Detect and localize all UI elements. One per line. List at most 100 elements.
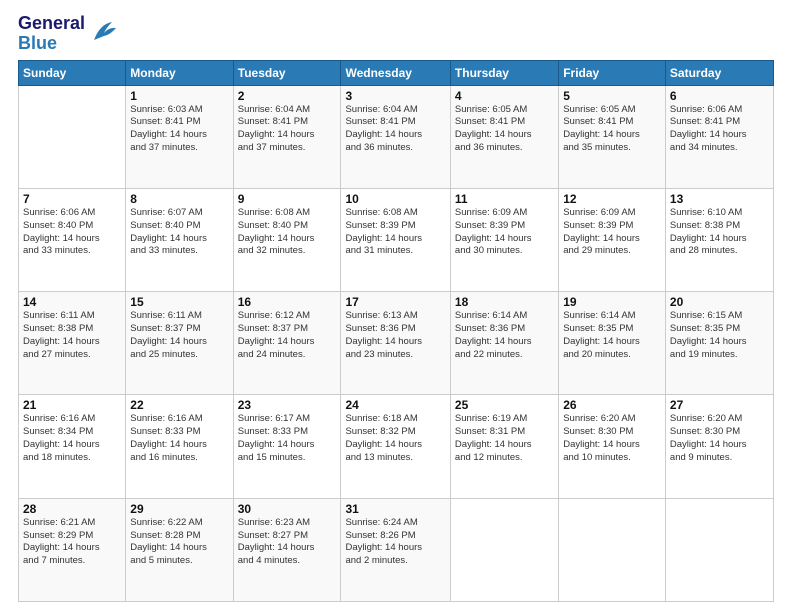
- table-cell: 13Sunrise: 6:10 AM Sunset: 8:38 PM Dayli…: [665, 188, 773, 291]
- day-number: 26: [563, 398, 661, 412]
- day-info: Sunrise: 6:23 AM Sunset: 8:27 PM Dayligh…: [238, 517, 337, 568]
- day-info: Sunrise: 6:14 AM Sunset: 8:36 PM Dayligh…: [455, 310, 554, 361]
- day-number: 6: [670, 89, 769, 103]
- table-cell: 14Sunrise: 6:11 AM Sunset: 8:38 PM Dayli…: [19, 292, 126, 395]
- day-number: 14: [23, 295, 121, 309]
- day-number: 31: [345, 502, 445, 516]
- day-info: Sunrise: 6:19 AM Sunset: 8:31 PM Dayligh…: [455, 413, 554, 464]
- day-number: 9: [238, 192, 337, 206]
- day-number: 30: [238, 502, 337, 516]
- table-cell: 11Sunrise: 6:09 AM Sunset: 8:39 PM Dayli…: [450, 188, 558, 291]
- day-info: Sunrise: 6:06 AM Sunset: 8:41 PM Dayligh…: [670, 104, 769, 155]
- table-cell: 17Sunrise: 6:13 AM Sunset: 8:36 PM Dayli…: [341, 292, 450, 395]
- day-number: 25: [455, 398, 554, 412]
- page: General Blue SundayMondayTuesdayWednesda…: [0, 0, 792, 612]
- table-cell: 18Sunrise: 6:14 AM Sunset: 8:36 PM Dayli…: [450, 292, 558, 395]
- day-number: 8: [130, 192, 228, 206]
- day-info: Sunrise: 6:06 AM Sunset: 8:40 PM Dayligh…: [23, 207, 121, 258]
- day-number: 16: [238, 295, 337, 309]
- day-info: Sunrise: 6:21 AM Sunset: 8:29 PM Dayligh…: [23, 517, 121, 568]
- logo: General Blue: [18, 14, 120, 54]
- table-cell: [19, 85, 126, 188]
- table-cell: 9Sunrise: 6:08 AM Sunset: 8:40 PM Daylig…: [233, 188, 341, 291]
- day-number: 22: [130, 398, 228, 412]
- table-cell: [665, 498, 773, 601]
- table-cell: [450, 498, 558, 601]
- day-info: Sunrise: 6:15 AM Sunset: 8:35 PM Dayligh…: [670, 310, 769, 361]
- day-number: 10: [345, 192, 445, 206]
- table-cell: 30Sunrise: 6:23 AM Sunset: 8:27 PM Dayli…: [233, 498, 341, 601]
- day-info: Sunrise: 6:14 AM Sunset: 8:35 PM Dayligh…: [563, 310, 661, 361]
- day-info: Sunrise: 6:16 AM Sunset: 8:33 PM Dayligh…: [130, 413, 228, 464]
- day-number: 15: [130, 295, 228, 309]
- day-info: Sunrise: 6:12 AM Sunset: 8:37 PM Dayligh…: [238, 310, 337, 361]
- day-info: Sunrise: 6:18 AM Sunset: 8:32 PM Dayligh…: [345, 413, 445, 464]
- header: General Blue: [18, 10, 774, 54]
- day-number: 1: [130, 89, 228, 103]
- weekday-monday: Monday: [126, 60, 233, 85]
- weekday-wednesday: Wednesday: [341, 60, 450, 85]
- day-number: 13: [670, 192, 769, 206]
- day-number: 11: [455, 192, 554, 206]
- day-number: 17: [345, 295, 445, 309]
- table-cell: 12Sunrise: 6:09 AM Sunset: 8:39 PM Dayli…: [559, 188, 666, 291]
- day-info: Sunrise: 6:10 AM Sunset: 8:38 PM Dayligh…: [670, 207, 769, 258]
- day-number: 12: [563, 192, 661, 206]
- weekday-friday: Friday: [559, 60, 666, 85]
- table-cell: 26Sunrise: 6:20 AM Sunset: 8:30 PM Dayli…: [559, 395, 666, 498]
- day-number: 7: [23, 192, 121, 206]
- day-info: Sunrise: 6:05 AM Sunset: 8:41 PM Dayligh…: [455, 104, 554, 155]
- table-cell: 24Sunrise: 6:18 AM Sunset: 8:32 PM Dayli…: [341, 395, 450, 498]
- day-info: Sunrise: 6:11 AM Sunset: 8:37 PM Dayligh…: [130, 310, 228, 361]
- table-cell: 4Sunrise: 6:05 AM Sunset: 8:41 PM Daylig…: [450, 85, 558, 188]
- table-cell: 7Sunrise: 6:06 AM Sunset: 8:40 PM Daylig…: [19, 188, 126, 291]
- day-info: Sunrise: 6:17 AM Sunset: 8:33 PM Dayligh…: [238, 413, 337, 464]
- logo-text: General Blue: [18, 14, 85, 54]
- day-number: 2: [238, 89, 337, 103]
- day-info: Sunrise: 6:03 AM Sunset: 8:41 PM Dayligh…: [130, 104, 228, 155]
- table-cell: 21Sunrise: 6:16 AM Sunset: 8:34 PM Dayli…: [19, 395, 126, 498]
- table-cell: 23Sunrise: 6:17 AM Sunset: 8:33 PM Dayli…: [233, 395, 341, 498]
- table-cell: 2Sunrise: 6:04 AM Sunset: 8:41 PM Daylig…: [233, 85, 341, 188]
- table-cell: 3Sunrise: 6:04 AM Sunset: 8:41 PM Daylig…: [341, 85, 450, 188]
- calendar-header-row: SundayMondayTuesdayWednesdayThursdayFrid…: [19, 60, 774, 85]
- day-info: Sunrise: 6:08 AM Sunset: 8:40 PM Dayligh…: [238, 207, 337, 258]
- day-info: Sunrise: 6:04 AM Sunset: 8:41 PM Dayligh…: [238, 104, 337, 155]
- day-number: 29: [130, 502, 228, 516]
- day-number: 18: [455, 295, 554, 309]
- day-info: Sunrise: 6:04 AM Sunset: 8:41 PM Dayligh…: [345, 104, 445, 155]
- table-cell: 8Sunrise: 6:07 AM Sunset: 8:40 PM Daylig…: [126, 188, 233, 291]
- weekday-saturday: Saturday: [665, 60, 773, 85]
- table-cell: 15Sunrise: 6:11 AM Sunset: 8:37 PM Dayli…: [126, 292, 233, 395]
- day-info: Sunrise: 6:08 AM Sunset: 8:39 PM Dayligh…: [345, 207, 445, 258]
- day-info: Sunrise: 6:09 AM Sunset: 8:39 PM Dayligh…: [563, 207, 661, 258]
- week-row-2: 7Sunrise: 6:06 AM Sunset: 8:40 PM Daylig…: [19, 188, 774, 291]
- day-info: Sunrise: 6:07 AM Sunset: 8:40 PM Dayligh…: [130, 207, 228, 258]
- day-number: 28: [23, 502, 121, 516]
- table-cell: 20Sunrise: 6:15 AM Sunset: 8:35 PM Dayli…: [665, 292, 773, 395]
- day-info: Sunrise: 6:20 AM Sunset: 8:30 PM Dayligh…: [563, 413, 661, 464]
- table-cell: 29Sunrise: 6:22 AM Sunset: 8:28 PM Dayli…: [126, 498, 233, 601]
- table-cell: 31Sunrise: 6:24 AM Sunset: 8:26 PM Dayli…: [341, 498, 450, 601]
- day-info: Sunrise: 6:16 AM Sunset: 8:34 PM Dayligh…: [23, 413, 121, 464]
- weekday-tuesday: Tuesday: [233, 60, 341, 85]
- table-cell: 1Sunrise: 6:03 AM Sunset: 8:41 PM Daylig…: [126, 85, 233, 188]
- week-row-1: 1Sunrise: 6:03 AM Sunset: 8:41 PM Daylig…: [19, 85, 774, 188]
- day-number: 21: [23, 398, 121, 412]
- table-cell: 28Sunrise: 6:21 AM Sunset: 8:29 PM Dayli…: [19, 498, 126, 601]
- table-cell: 25Sunrise: 6:19 AM Sunset: 8:31 PM Dayli…: [450, 395, 558, 498]
- day-number: 27: [670, 398, 769, 412]
- day-info: Sunrise: 6:11 AM Sunset: 8:38 PM Dayligh…: [23, 310, 121, 361]
- day-number: 19: [563, 295, 661, 309]
- week-row-5: 28Sunrise: 6:21 AM Sunset: 8:29 PM Dayli…: [19, 498, 774, 601]
- day-number: 5: [563, 89, 661, 103]
- day-info: Sunrise: 6:20 AM Sunset: 8:30 PM Dayligh…: [670, 413, 769, 464]
- day-number: 4: [455, 89, 554, 103]
- weekday-thursday: Thursday: [450, 60, 558, 85]
- table-cell: [559, 498, 666, 601]
- table-cell: 16Sunrise: 6:12 AM Sunset: 8:37 PM Dayli…: [233, 292, 341, 395]
- table-cell: 19Sunrise: 6:14 AM Sunset: 8:35 PM Dayli…: [559, 292, 666, 395]
- day-number: 23: [238, 398, 337, 412]
- day-info: Sunrise: 6:24 AM Sunset: 8:26 PM Dayligh…: [345, 517, 445, 568]
- week-row-4: 21Sunrise: 6:16 AM Sunset: 8:34 PM Dayli…: [19, 395, 774, 498]
